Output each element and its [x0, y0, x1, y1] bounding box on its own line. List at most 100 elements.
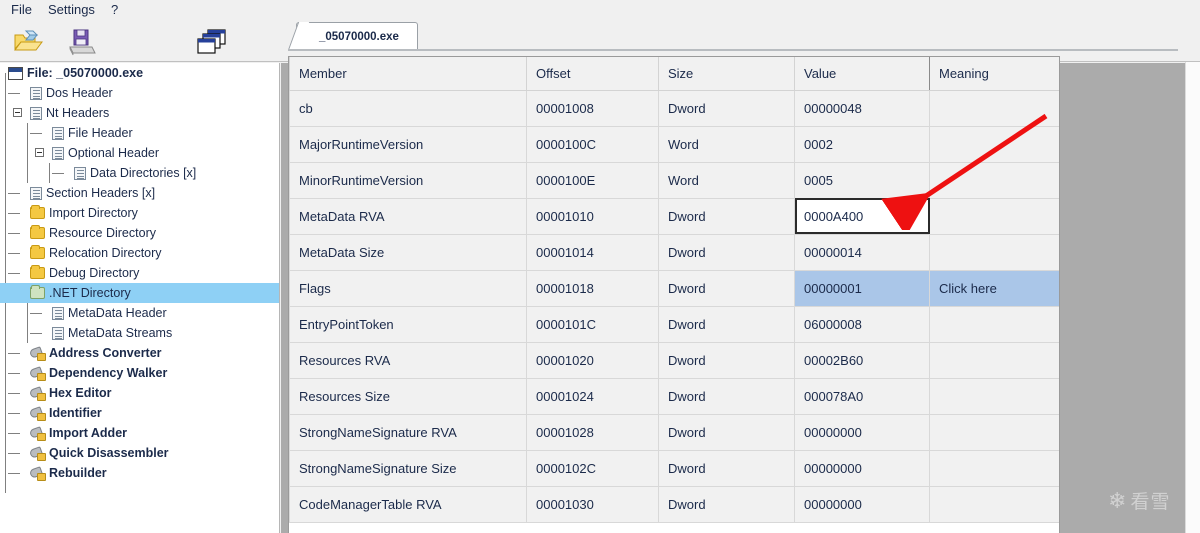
table-row[interactable]: EntryPointToken 0000101C Dword 06000008 [289, 305, 1059, 343]
tree-item-section-headers-x[interactable]: Section Headers [x] [0, 183, 279, 203]
tool-icon [30, 447, 46, 461]
tree-item-file-05070000-exe[interactable]: File: _05070000.exe [0, 63, 279, 83]
table-row[interactable]: CodeManagerTable RVA 00001030 Dword 0000000… [289, 485, 1059, 523]
cell-meaning[interactable] [929, 341, 1059, 379]
cell-size: Dword [658, 89, 795, 127]
cell-value[interactable]: 00000000 [794, 449, 930, 487]
tree-item-label: File Header [68, 126, 133, 140]
cell-value[interactable]: 000078A0 [794, 377, 930, 415]
tree-item-net-directory[interactable]: .NET Directory [0, 283, 279, 303]
tab-file[interactable]: _05070000.exe [296, 22, 418, 50]
tree-item-label: Quick Disassembler [49, 446, 169, 460]
tree-item-metadata-header[interactable]: MetaData Header [0, 303, 279, 323]
menu-file[interactable]: File [5, 1, 42, 19]
tree-item-label: Identifier [49, 406, 102, 420]
tool-icon [30, 467, 46, 481]
tree-item-label: Relocation Directory [49, 246, 162, 260]
tree-item-address-converter[interactable]: Address Converter [0, 343, 279, 363]
toolbar-windows[interactable] [192, 24, 232, 60]
folder-icon [30, 225, 45, 239]
cell-size: Dword [658, 377, 795, 415]
tree-item-label: Rebuilder [49, 466, 107, 480]
structure-tree-panel[interactable]: File: _05070000.exe Dos Header Nt Headers F… [0, 63, 280, 533]
table-row[interactable]: Flags 00001018 Dword 00000001 Click here [289, 269, 1059, 307]
column-header-value[interactable]: Value [794, 57, 930, 91]
cell-member: EntryPointToken [289, 305, 527, 343]
toolbar-save-file[interactable] [62, 24, 102, 60]
cell-value[interactable]: 00000014 [794, 233, 930, 271]
cell-meaning[interactable] [929, 377, 1059, 415]
cell-meaning[interactable] [929, 233, 1059, 271]
cell-meaning[interactable] [929, 89, 1059, 127]
menu-settings[interactable]: Settings [42, 1, 105, 19]
column-header-size[interactable]: Size [658, 57, 795, 91]
tree-item-data-directories-x[interactable]: Data Directories [x] [0, 163, 279, 183]
table-row[interactable]: StrongNameSignature RVA 00001028 Dword 0000… [289, 413, 1059, 451]
cell-value[interactable]: 00002B60 [794, 341, 930, 379]
table-row[interactable]: Resources Size 00001024 Dword 000078A0 [289, 377, 1059, 415]
menu-help[interactable]: ? [105, 1, 128, 19]
toolbar-open-file[interactable] [8, 24, 48, 60]
column-header-offset[interactable]: Offset [526, 57, 659, 91]
tree-item-resource-directory[interactable]: Resource Directory [0, 223, 279, 243]
cell-member: MetaData RVA [289, 197, 527, 235]
cell-meaning[interactable]: Click here [929, 269, 1059, 307]
cell-meaning[interactable] [929, 485, 1059, 523]
cell-offset: 0000100E [526, 161, 659, 199]
tree-item-import-adder[interactable]: Import Adder [0, 423, 279, 443]
tree-item-label: Import Directory [49, 206, 138, 220]
cell-offset: 00001008 [526, 89, 659, 127]
table-row[interactable]: MajorRuntimeVersion 0000100C Word 0002 [289, 125, 1059, 163]
cell-value[interactable]: 00000000 [794, 413, 930, 451]
table-row[interactable]: MinorRuntimeVersion 0000100E Word 0005 [289, 161, 1059, 199]
cell-meaning[interactable] [929, 449, 1059, 487]
tree-item-metadata-streams[interactable]: MetaData Streams [0, 323, 279, 343]
tree-item-file-header[interactable]: File Header [0, 123, 279, 143]
table-row[interactable]: Resources RVA 00001020 Dword 00002B60 [289, 341, 1059, 379]
tree-item-dos-header[interactable]: Dos Header [0, 83, 279, 103]
cell-meaning[interactable] [929, 161, 1059, 199]
cell-meaning[interactable] [929, 125, 1059, 163]
table-row[interactable]: MetaData RVA 00001010 Dword 0000A400 [289, 197, 1059, 235]
tree-item-nt-headers[interactable]: Nt Headers [0, 103, 279, 123]
cell-offset: 00001014 [526, 233, 659, 271]
tree-item-hex-editor[interactable]: Hex Editor [0, 383, 279, 403]
cell-size: Word [658, 125, 795, 163]
table-row[interactable]: cb 00001008 Dword 00000048 [289, 89, 1059, 127]
tree-item-optional-header[interactable]: Optional Header [0, 143, 279, 163]
cell-meaning[interactable] [929, 305, 1059, 343]
tree-root: File: _05070000.exe Dos Header Nt Headers F… [0, 63, 279, 483]
cell-offset: 0000101C [526, 305, 659, 343]
tree-item-dependency-walker[interactable]: Dependency Walker [0, 363, 279, 383]
cell-value[interactable]: 06000008 [794, 305, 930, 343]
tree-item-relocation-directory[interactable]: Relocation Directory [0, 243, 279, 263]
cell-value[interactable]: 0005 [794, 161, 930, 199]
cell-value[interactable]: 0000A400 [794, 197, 930, 235]
cell-member: Resources Size [289, 377, 527, 415]
tree-item-identifier[interactable]: Identifier [0, 403, 279, 423]
table-row[interactable]: MetaData Size 00001014 Dword 00000014 [289, 233, 1059, 271]
cell-size: Dword [658, 197, 795, 235]
page-icon [30, 86, 42, 100]
tree-item-rebuilder[interactable]: Rebuilder [0, 463, 279, 483]
tree-item-quick-disassembler[interactable]: Quick Disassembler [0, 443, 279, 463]
cell-offset: 00001020 [526, 341, 659, 379]
tree-item-import-directory[interactable]: Import Directory [0, 203, 279, 223]
table-row[interactable]: StrongNameSignature Size 0000102C Dword 000… [289, 449, 1059, 487]
tree-item-label: Nt Headers [46, 106, 110, 120]
cell-meaning[interactable] [929, 413, 1059, 451]
net-directory-table-panel[interactable]: Member Offset Size Value Meaning cb 00001… [288, 56, 1060, 533]
page-icon [52, 306, 64, 320]
pe-tool-window: File Settings ? File: _05070000.exe Dos … [0, 0, 1200, 533]
cell-value[interactable]: 00000048 [794, 89, 930, 127]
tree-item-debug-directory[interactable]: Debug Directory [0, 263, 279, 283]
table-header: Member Offset Size Value Meaning [289, 57, 1059, 91]
cell-value[interactable]: 00000000 [794, 485, 930, 523]
column-header-meaning[interactable]: Meaning [929, 57, 1059, 91]
cell-value[interactable]: 00000001 [794, 269, 930, 307]
cell-offset: 00001030 [526, 485, 659, 523]
cell-meaning[interactable] [929, 197, 1059, 235]
window-icon [8, 66, 23, 80]
column-header-member[interactable]: Member [289, 57, 527, 91]
cell-value[interactable]: 0002 [794, 125, 930, 163]
